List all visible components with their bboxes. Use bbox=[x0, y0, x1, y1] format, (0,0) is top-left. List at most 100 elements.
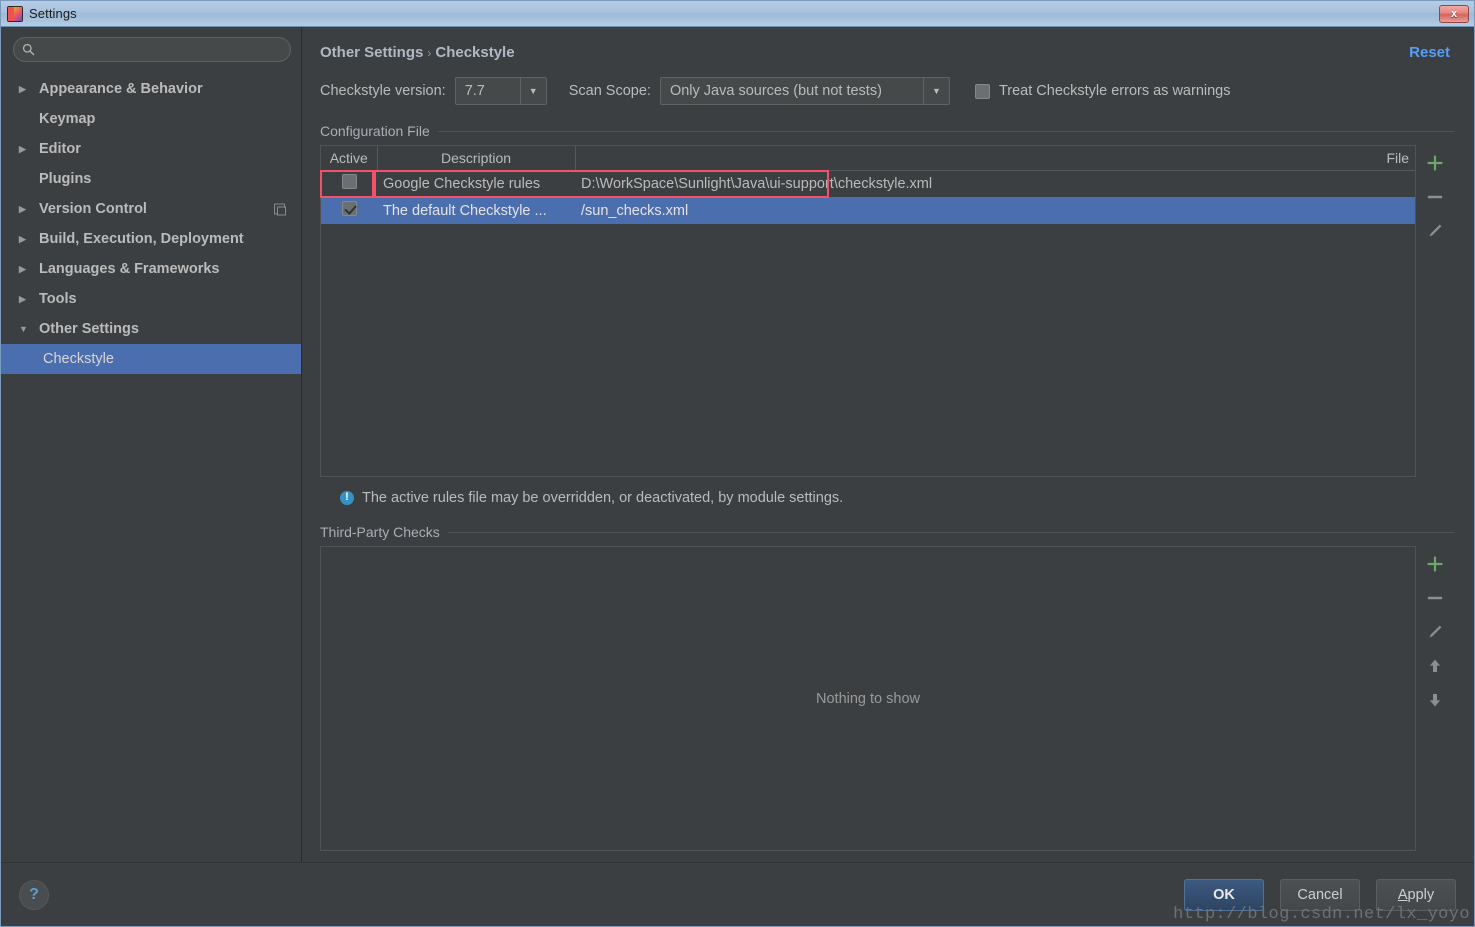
sidebar-item-build-execution-deployment[interactable]: ▶ Build, Execution, Deployment bbox=[1, 224, 301, 254]
section-divider bbox=[437, 130, 1454, 132]
sidebar-item-label: Appearance & Behavior bbox=[39, 81, 203, 97]
chevron-down-icon[interactable]: ▼ bbox=[19, 324, 33, 334]
close-icon[interactable]: x bbox=[1439, 4, 1469, 23]
chevron-right-icon[interactable]: ▶ bbox=[19, 84, 33, 94]
checkbox-unchecked-icon[interactable] bbox=[341, 174, 357, 190]
cell-file: /sun_checks.xml bbox=[575, 197, 1415, 224]
third-party-title-row: Third-Party Checks bbox=[320, 524, 1454, 540]
intellij-idea-icon bbox=[7, 5, 23, 22]
sidebar-item-other-settings[interactable]: ▼ Other Settings bbox=[1, 314, 301, 344]
third-party-empty-text: Nothing to show bbox=[816, 690, 920, 707]
settings-sidebar: ▶Appearance & Behavior▶Keymap▶Editor▶Plu… bbox=[1, 27, 302, 862]
sidebar-item-label: Tools bbox=[39, 291, 77, 307]
checkbox-box[interactable] bbox=[974, 83, 990, 99]
chevron-right-icon[interactable]: ▶ bbox=[19, 234, 33, 244]
chevron-right-icon[interactable]: ▶ bbox=[19, 144, 33, 154]
add-icon[interactable] bbox=[1420, 552, 1450, 576]
sidebar-item-languages-frameworks[interactable]: ▶ Languages & Frameworks bbox=[1, 254, 301, 284]
search-icon bbox=[22, 43, 35, 56]
sidebar-item-checkstyle[interactable]: Checkstyle bbox=[1, 344, 301, 374]
move-up-icon[interactable] bbox=[1420, 654, 1450, 678]
add-icon[interactable] bbox=[1420, 151, 1450, 175]
section-divider bbox=[447, 531, 1454, 533]
remove-icon[interactable] bbox=[1420, 185, 1450, 209]
configuration-file-table: Active Description File Google Checkstyl… bbox=[321, 146, 1415, 224]
settings-tree: ▶Appearance & Behavior▶Keymap▶Editor▶Plu… bbox=[1, 74, 301, 862]
third-party-checks-panel: Nothing to show bbox=[320, 546, 1416, 851]
apply-label-rest: pply bbox=[1407, 886, 1435, 903]
table-row[interactable]: The default Checkstyle .../sun_checks.xm… bbox=[321, 197, 1415, 224]
treat-errors-as-warnings-checkbox[interactable]: Treat Checkstyle errors as warnings bbox=[974, 83, 1231, 99]
cell-description: The default Checkstyle ... bbox=[377, 197, 575, 224]
third-party-checks-title: Third-Party Checks bbox=[320, 524, 440, 540]
table-header-row: Active Description File bbox=[321, 146, 1415, 171]
column-header-active[interactable]: Active bbox=[321, 146, 378, 171]
checkstyle-version-value: 7.7 bbox=[464, 83, 485, 99]
scan-scope-select[interactable]: Only Java sources (but not tests) ▼ bbox=[659, 77, 950, 105]
settings-main-panel: Other Settings › Checkstyle Reset Checksty… bbox=[302, 27, 1474, 862]
checkstyle-version-label: Checkstyle version: bbox=[320, 83, 446, 99]
edit-icon[interactable] bbox=[1420, 620, 1450, 644]
sidebar-item-label: Editor bbox=[39, 141, 81, 157]
cell-description: Google Checkstyle rules bbox=[383, 175, 541, 192]
search-box[interactable] bbox=[13, 37, 291, 62]
window-title: Settings bbox=[29, 6, 77, 21]
sidebar-item-label: Checkstyle bbox=[43, 351, 114, 367]
chevron-down-icon[interactable]: ▼ bbox=[519, 78, 546, 104]
sidebar-item-label: Keymap bbox=[39, 111, 96, 127]
cell-active[interactable] bbox=[321, 197, 377, 224]
checkstyle-toolbar: Checkstyle version: 7.7 ▼ Scan Scope: On… bbox=[302, 61, 1474, 105]
sidebar-item-label: Version Control bbox=[39, 201, 147, 217]
column-header-file[interactable]: File bbox=[575, 146, 1415, 171]
help-button[interactable]: ? bbox=[19, 879, 49, 910]
cell-active[interactable] bbox=[321, 170, 377, 197]
configuration-file-panel-wrap: Active Description File Google Checkstyl… bbox=[320, 145, 1454, 477]
title-bar: Settings x bbox=[1, 1, 1474, 27]
configuration-file-empty-area bbox=[321, 224, 1415, 476]
watermark-text: http://blog.csdn.net/lx_yoyo bbox=[1173, 905, 1470, 924]
active-rules-info-text: The active rules file may be overridden,… bbox=[362, 490, 844, 506]
active-rules-info: The active rules file may be overridden,… bbox=[320, 477, 1454, 506]
breadcrumb-leaf: Checkstyle bbox=[435, 44, 515, 61]
reset-link[interactable]: Reset bbox=[1409, 44, 1450, 61]
sidebar-item-label: Languages & Frameworks bbox=[39, 261, 220, 277]
third-party-checks-section: Third-Party Checks Nothing to show bbox=[302, 506, 1474, 851]
breadcrumb: Other Settings › Checkstyle bbox=[320, 44, 1409, 61]
sidebar-item-appearance-behavior[interactable]: ▶ Appearance & Behavior bbox=[1, 74, 301, 104]
sidebar-item-tools[interactable]: ▶ Tools bbox=[1, 284, 301, 314]
configuration-file-section: Configuration File Active Description Fi… bbox=[302, 105, 1474, 506]
dialog-body: ▶Appearance & Behavior▶Keymap▶Editor▶Plu… bbox=[1, 27, 1474, 862]
checkbox-checked-icon[interactable] bbox=[341, 201, 357, 216]
configuration-file-panel: Active Description File Google Checkstyl… bbox=[320, 145, 1416, 477]
configuration-file-title: Configuration File bbox=[320, 123, 430, 139]
search-input[interactable] bbox=[41, 40, 282, 59]
sidebar-item-label: Other Settings bbox=[39, 321, 139, 337]
breadcrumb-root[interactable]: Other Settings bbox=[320, 44, 423, 61]
scan-scope-value: Only Java sources (but not tests) bbox=[669, 83, 882, 99]
copy-settings-icon[interactable] bbox=[274, 203, 286, 216]
chevron-down-icon[interactable]: ▼ bbox=[922, 78, 949, 104]
column-header-description[interactable]: Description bbox=[377, 146, 576, 171]
move-down-icon[interactable] bbox=[1420, 688, 1450, 712]
dialog-footer: ? OK Cancel Apply http://blog.csdn.net/l… bbox=[1, 862, 1474, 926]
chevron-right-icon[interactable]: ▶ bbox=[19, 294, 33, 304]
chevron-right-icon[interactable]: ▶ bbox=[19, 264, 33, 274]
sidebar-item-label: Plugins bbox=[39, 171, 92, 187]
sidebar-item-keymap[interactable]: ▶Keymap bbox=[1, 104, 301, 134]
sidebar-item-label: Build, Execution, Deployment bbox=[39, 231, 244, 247]
configuration-file-title-row: Configuration File bbox=[320, 123, 1454, 139]
edit-icon[interactable] bbox=[1420, 219, 1450, 243]
remove-icon[interactable] bbox=[1420, 586, 1450, 610]
cell-file: D:\WorkSpace\Sunlight\Java\ui-support\ch… bbox=[581, 175, 933, 192]
treat-errors-as-warnings-label: Treat Checkstyle errors as warnings bbox=[998, 83, 1231, 99]
checkstyle-version-select[interactable]: 7.7 ▼ bbox=[454, 77, 547, 105]
sidebar-item-plugins[interactable]: ▶Plugins bbox=[1, 164, 301, 194]
sidebar-item-version-control[interactable]: ▶ Version Control bbox=[1, 194, 301, 224]
sidebar-item-editor[interactable]: ▶ Editor bbox=[1, 134, 301, 164]
third-party-toolbar bbox=[1416, 546, 1454, 851]
chevron-right-icon[interactable]: ▶ bbox=[19, 204, 33, 214]
search-container bbox=[1, 37, 301, 74]
table-row[interactable]: Google Checkstyle rules D:\WorkSpace\Sunl… bbox=[321, 170, 1415, 197]
third-party-panel-wrap: Nothing to show bbox=[320, 546, 1454, 851]
breadcrumb-separator: › bbox=[427, 46, 432, 60]
